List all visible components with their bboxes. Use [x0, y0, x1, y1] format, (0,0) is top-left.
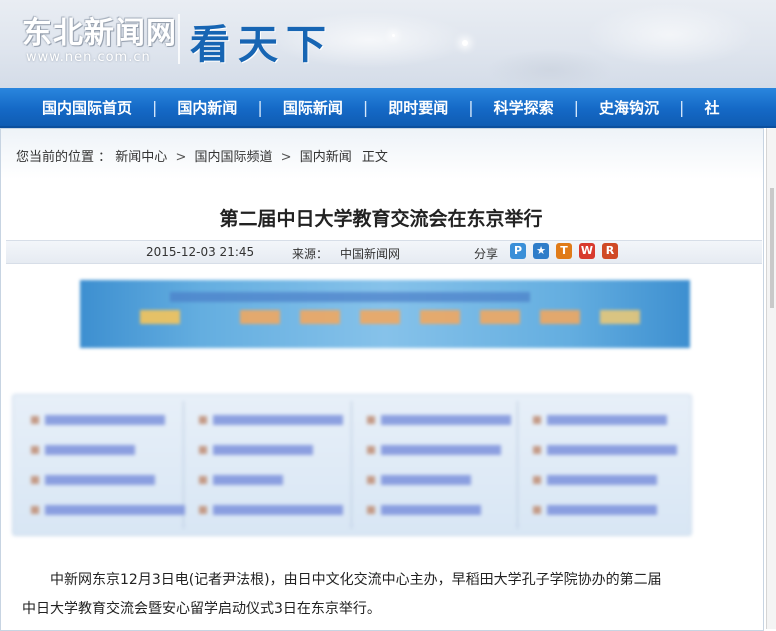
article-meta-bar: 2015-12-03 21:45 来源： 中国新闻网 分享 P ★ T W R [6, 240, 762, 264]
share-label: 分享 [474, 247, 499, 261]
nav-separator: | [573, 97, 580, 117]
logo-divider [178, 14, 180, 64]
source-label: 来源： [292, 247, 329, 261]
sparkle-decoration [392, 34, 395, 37]
nav-item-society[interactable]: 社 [704, 97, 719, 118]
nav-item-breaking[interactable]: 即时要闻 [388, 97, 448, 118]
article-title: 第二届中日大学教育交流会在东京举行 [219, 208, 543, 230]
nav-separator: | [152, 97, 158, 117]
tqq-icon[interactable]: T [556, 243, 572, 259]
nav-item-domestic[interactable]: 国内新闻 [177, 97, 237, 118]
nav-separator: | [468, 97, 474, 117]
section-title: 看天下 [190, 22, 334, 68]
article-date: 2015-12-03 21:45 [146, 245, 255, 259]
article-paragraph: 中日大学教育交流会暨安心留学启动仪式3日在东京举行。 [22, 601, 381, 617]
main-nav: 国内国际首页 | 国内新闻 | 国际新闻 | 即时要闻 | 科学探索 | 史海钩… [0, 88, 776, 128]
nav-item-science[interactable]: 科学探索 [494, 97, 554, 118]
breadcrumb-current: 正文 [361, 150, 388, 165]
weibo-icon[interactable]: W [579, 243, 595, 259]
site-logo-url: www.nen.com.cn [26, 50, 151, 65]
site-header-banner: 东北新闻网 www.nen.com.cn 看天下 [0, 0, 776, 88]
renren-icon[interactable]: R [602, 243, 618, 259]
sparkle-decoration [462, 40, 468, 46]
breadcrumb-separator: > [280, 150, 292, 165]
related-links-box[interactable] [12, 394, 692, 536]
nav-separator: | [362, 97, 369, 117]
nav-item-international[interactable]: 国际新闻 [283, 97, 343, 118]
article-paragraph: 中新网东京12月3日电(记者尹法根)，由日中文化交流中心主办，早稻田大学孔子学院… [50, 572, 662, 588]
page-scrollbar[interactable] [766, 128, 776, 629]
breadcrumb-channel[interactable]: 国内国际频道 [194, 150, 272, 165]
nav-separator: | [257, 97, 263, 117]
breadcrumb: 您当前的位置 ： 新闻中心 > 国内国际频道 > 国内新闻 正文 [16, 146, 388, 165]
breadcrumb-prefix: 您当前的位置 ： [16, 150, 112, 165]
breadcrumb-domestic-news[interactable]: 国内新闻 [300, 150, 352, 165]
scrollbar-thumb[interactable] [770, 188, 774, 308]
article-source[interactable]: 中国新闻网 [340, 245, 400, 262]
site-logo[interactable]: 东北新闻网 [22, 8, 177, 52]
favorite-star-icon[interactable]: ★ [533, 243, 549, 259]
qzone-icon[interactable]: P [510, 243, 526, 259]
breadcrumb-separator: > [175, 150, 187, 165]
ad-banner[interactable] [80, 280, 690, 348]
nav-separator: | [679, 97, 685, 117]
breadcrumb-news-center[interactable]: 新闻中心 [115, 150, 167, 165]
nav-item-history[interactable]: 史海钩沉 [599, 97, 659, 118]
nav-item-home[interactable]: 国内国际首页 [42, 97, 132, 118]
